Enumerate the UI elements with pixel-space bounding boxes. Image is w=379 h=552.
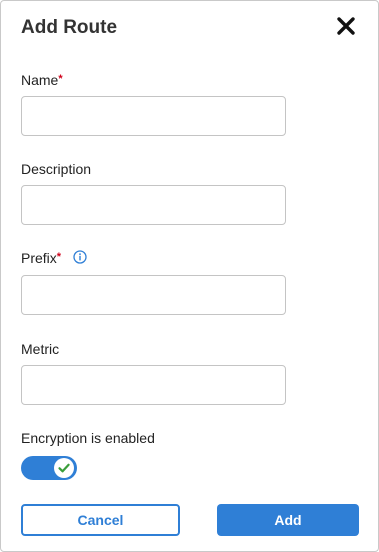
required-asterisk: * (58, 73, 63, 85)
check-icon (58, 463, 70, 473)
description-label: Description (21, 161, 92, 177)
toggle-knob (54, 458, 74, 478)
close-icon[interactable] (336, 16, 356, 36)
metric-label: Metric (21, 341, 60, 357)
add-button[interactable]: Add (217, 504, 359, 536)
name-label: Name* (21, 72, 63, 88)
description-input[interactable] (21, 185, 286, 225)
cancel-button[interactable]: Cancel (21, 504, 180, 536)
dialog-title: Add Route (21, 17, 118, 38)
info-icon[interactable] (73, 250, 87, 267)
metric-input[interactable] (21, 365, 286, 405)
encryption-label: Encryption is enabled (21, 430, 155, 446)
prefix-label: Prefix* (21, 250, 87, 268)
prefix-input[interactable] (21, 275, 286, 315)
encryption-toggle[interactable] (21, 456, 77, 480)
add-route-dialog: Add Route Name* Description Prefix* Metr… (0, 0, 379, 552)
required-asterisk: * (56, 251, 62, 263)
name-input[interactable] (21, 96, 286, 136)
name-label-text: Name (21, 72, 59, 88)
prefix-label-text: Prefix (21, 250, 57, 266)
